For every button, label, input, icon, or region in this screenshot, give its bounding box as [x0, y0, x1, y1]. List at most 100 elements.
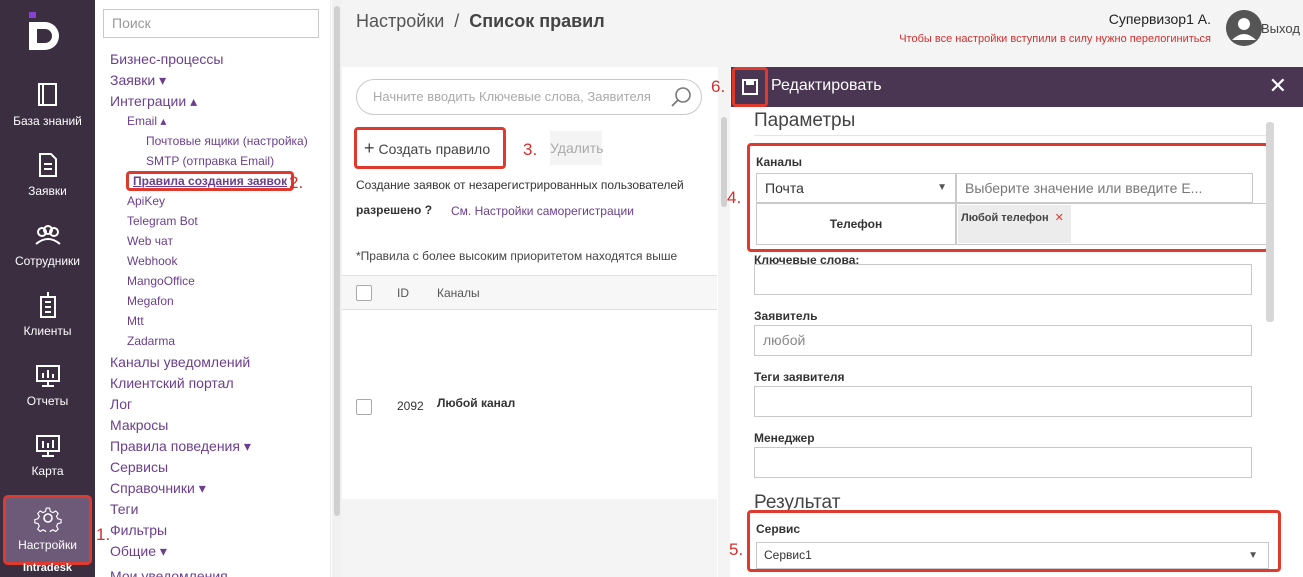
- save-button[interactable]: [732, 67, 768, 107]
- service-select[interactable]: Сервис1 ▼: [756, 542, 1269, 569]
- tree-item-client-portal[interactable]: Клиентский портал: [110, 375, 234, 391]
- delete-button[interactable]: Удалить: [550, 131, 603, 165]
- tree-item-mailboxes[interactable]: Почтовые ящики (настройка): [146, 134, 308, 148]
- nav-clients[interactable]: Клиенты: [0, 292, 95, 362]
- create-rule-button[interactable]: + Создать правило: [354, 127, 506, 169]
- tree-item-webhook[interactable]: Webhook: [127, 254, 177, 268]
- search-icon[interactable]: [670, 86, 692, 108]
- channel-value-input[interactable]: Выберите значение или введите E...: [956, 173, 1253, 203]
- editor-header: Редактировать ✕: [731, 67, 1303, 107]
- tree-item-directories[interactable]: Справочники ▾: [110, 480, 206, 497]
- tree-scrollbar[interactable]: [332, 0, 342, 577]
- rules-search-input[interactable]: Начните вводить Ключевые слова, Заявител…: [356, 79, 702, 115]
- service-block: Сервис Сервис1 ▼: [747, 510, 1281, 572]
- manager-input[interactable]: [754, 447, 1252, 478]
- tree-item-filters[interactable]: Фильтры: [110, 522, 167, 538]
- avatar-icon[interactable]: [1226, 10, 1262, 46]
- tree-item-smtp[interactable]: SMTP (отправка Email): [146, 154, 274, 168]
- help-icon[interactable]: ?: [425, 203, 432, 217]
- column-id[interactable]: ID: [397, 286, 409, 300]
- params-divider: [754, 135, 1266, 136]
- save-icon: [742, 79, 758, 95]
- breadcrumb-separator: /: [454, 11, 460, 31]
- nav-knowledge-base[interactable]: База знаний: [0, 82, 95, 152]
- rules-search-placeholder: Начните вводить Ключевые слова, Заявител…: [373, 89, 651, 104]
- tree-item-tags[interactable]: Теги: [110, 501, 138, 517]
- tree-item-mtt[interactable]: Mtt: [127, 314, 144, 328]
- step-marker-4: 4.: [727, 188, 742, 207]
- tree-item-web-chat[interactable]: Web чат: [127, 234, 173, 248]
- tree-item-email[interactable]: Email ▴: [127, 114, 166, 128]
- selfreg-settings-link[interactable]: См. Настройки саморегистрации: [451, 204, 634, 218]
- channel-row-label: Телефон: [756, 203, 956, 245]
- rule-editor-panel: Редактировать ✕ Параметры Ключевые слова…: [731, 67, 1303, 577]
- tree-item-my-notifications[interactable]: Мои уведомления: [110, 568, 228, 577]
- tree-item-notification-channels[interactable]: Каналы уведомлений: [110, 354, 250, 370]
- tree-item-ticket-rules[interactable]: Правила создания заявок: [126, 171, 295, 191]
- channel-type-select[interactable]: Почта ▼: [756, 173, 956, 203]
- monitor-chart-icon: [35, 365, 60, 387]
- nav-employees[interactable]: Сотрудники: [0, 224, 95, 294]
- nav-clients-label: Клиенты: [23, 324, 72, 338]
- close-icon[interactable]: ✕: [1269, 75, 1287, 97]
- user-name[interactable]: Супервизор1 А.: [1109, 11, 1211, 27]
- tree-item-general[interactable]: Общие ▾: [110, 543, 167, 560]
- tree-item-megafon[interactable]: Megafon: [127, 294, 174, 308]
- intradesk-logo-icon: [29, 12, 59, 50]
- tree-item-services[interactable]: Сервисы: [110, 459, 168, 475]
- step-marker-5: 5.: [729, 540, 744, 559]
- keywords-input[interactable]: [754, 264, 1252, 295]
- allowed-status: разрешено ?: [356, 203, 432, 217]
- breadcrumb: Настройки / Список правил: [356, 11, 605, 32]
- app-window: База знаний Заявки Сотрудники Клиенты От…: [0, 0, 1303, 577]
- tree-item-zadarma[interactable]: Zadarma: [127, 334, 175, 348]
- table-header: ID Каналы: [342, 275, 717, 310]
- row-channel: Любой канал: [437, 396, 516, 410]
- channel-type-value: Почта: [765, 180, 804, 196]
- tree-item-telegram-bot[interactable]: Telegram Bot: [127, 214, 198, 228]
- editor-scrollbar[interactable]: [1266, 122, 1274, 322]
- building-icon: [39, 292, 56, 318]
- list-scrollbar[interactable]: [718, 67, 730, 577]
- table-row[interactable]: 2092 Любой канал: [342, 311, 717, 499]
- unregistered-info: Создание заявок от незарегистрированных …: [356, 178, 684, 192]
- nav-map[interactable]: Карта: [0, 434, 95, 504]
- applicant-input[interactable]: любой: [754, 325, 1252, 356]
- nav-tickets[interactable]: Заявки: [0, 152, 95, 222]
- breadcrumb-root[interactable]: Настройки: [356, 11, 444, 31]
- relogin-notice: Чтобы все настройки вступили в силу нужн…: [899, 33, 1211, 45]
- gear-icon: [33, 507, 62, 532]
- tree-item-log[interactable]: Лог: [110, 396, 132, 412]
- logout-link[interactable]: Выход: [1261, 21, 1300, 36]
- priority-note: *Правила с более высоким приоритетом нах…: [356, 249, 678, 263]
- tree-item-apikey[interactable]: ApiKey: [127, 194, 165, 208]
- tree-scroll-thumb[interactable]: [334, 6, 340, 516]
- tree-item-mangooffice[interactable]: MangoOffice: [127, 274, 195, 288]
- table-empty-area: [342, 499, 717, 577]
- tree-item-tickets[interactable]: Заявки ▾: [110, 72, 166, 89]
- dropdown-arrow-icon: ▼: [937, 182, 947, 193]
- tree-item-business-processes[interactable]: Бизнес-процессы: [110, 51, 223, 67]
- create-rule-label: Создать правило: [378, 141, 491, 157]
- applicant-tags-input[interactable]: [754, 386, 1252, 417]
- nav-settings[interactable]: Настройки: [3, 495, 92, 565]
- nav-reports-label: Отчеты: [26, 394, 69, 408]
- book-icon: [37, 83, 57, 106]
- channel-tag-label: Любой телефон: [961, 212, 1049, 224]
- tree-item-behavior-rules[interactable]: Правила поведения ▾: [110, 438, 251, 455]
- remove-tag-icon[interactable]: ✕: [1055, 212, 1064, 224]
- tree-search-input[interactable]: Поиск: [103, 9, 319, 38]
- select-all-checkbox[interactable]: [356, 285, 372, 301]
- tree-item-macros[interactable]: Макросы: [110, 417, 168, 433]
- page-title: Список правил: [469, 11, 605, 31]
- row-id: 2092: [397, 399, 424, 413]
- column-channels[interactable]: Каналы: [437, 286, 480, 300]
- plus-icon: +: [364, 138, 375, 158]
- nav-rail: База знаний Заявки Сотрудники Клиенты От…: [0, 0, 95, 577]
- row-checkbox[interactable]: [356, 399, 372, 415]
- nav-reports[interactable]: Отчеты: [0, 364, 95, 434]
- page-header: Настройки / Список правил Супервизор1 А. Ч…: [342, 0, 1303, 67]
- channel-tag-box[interactable]: Любой телефон ✕: [956, 203, 1269, 245]
- tree-item-integrations[interactable]: Интеграции ▴: [110, 93, 197, 110]
- monitor-map-icon: [35, 435, 60, 457]
